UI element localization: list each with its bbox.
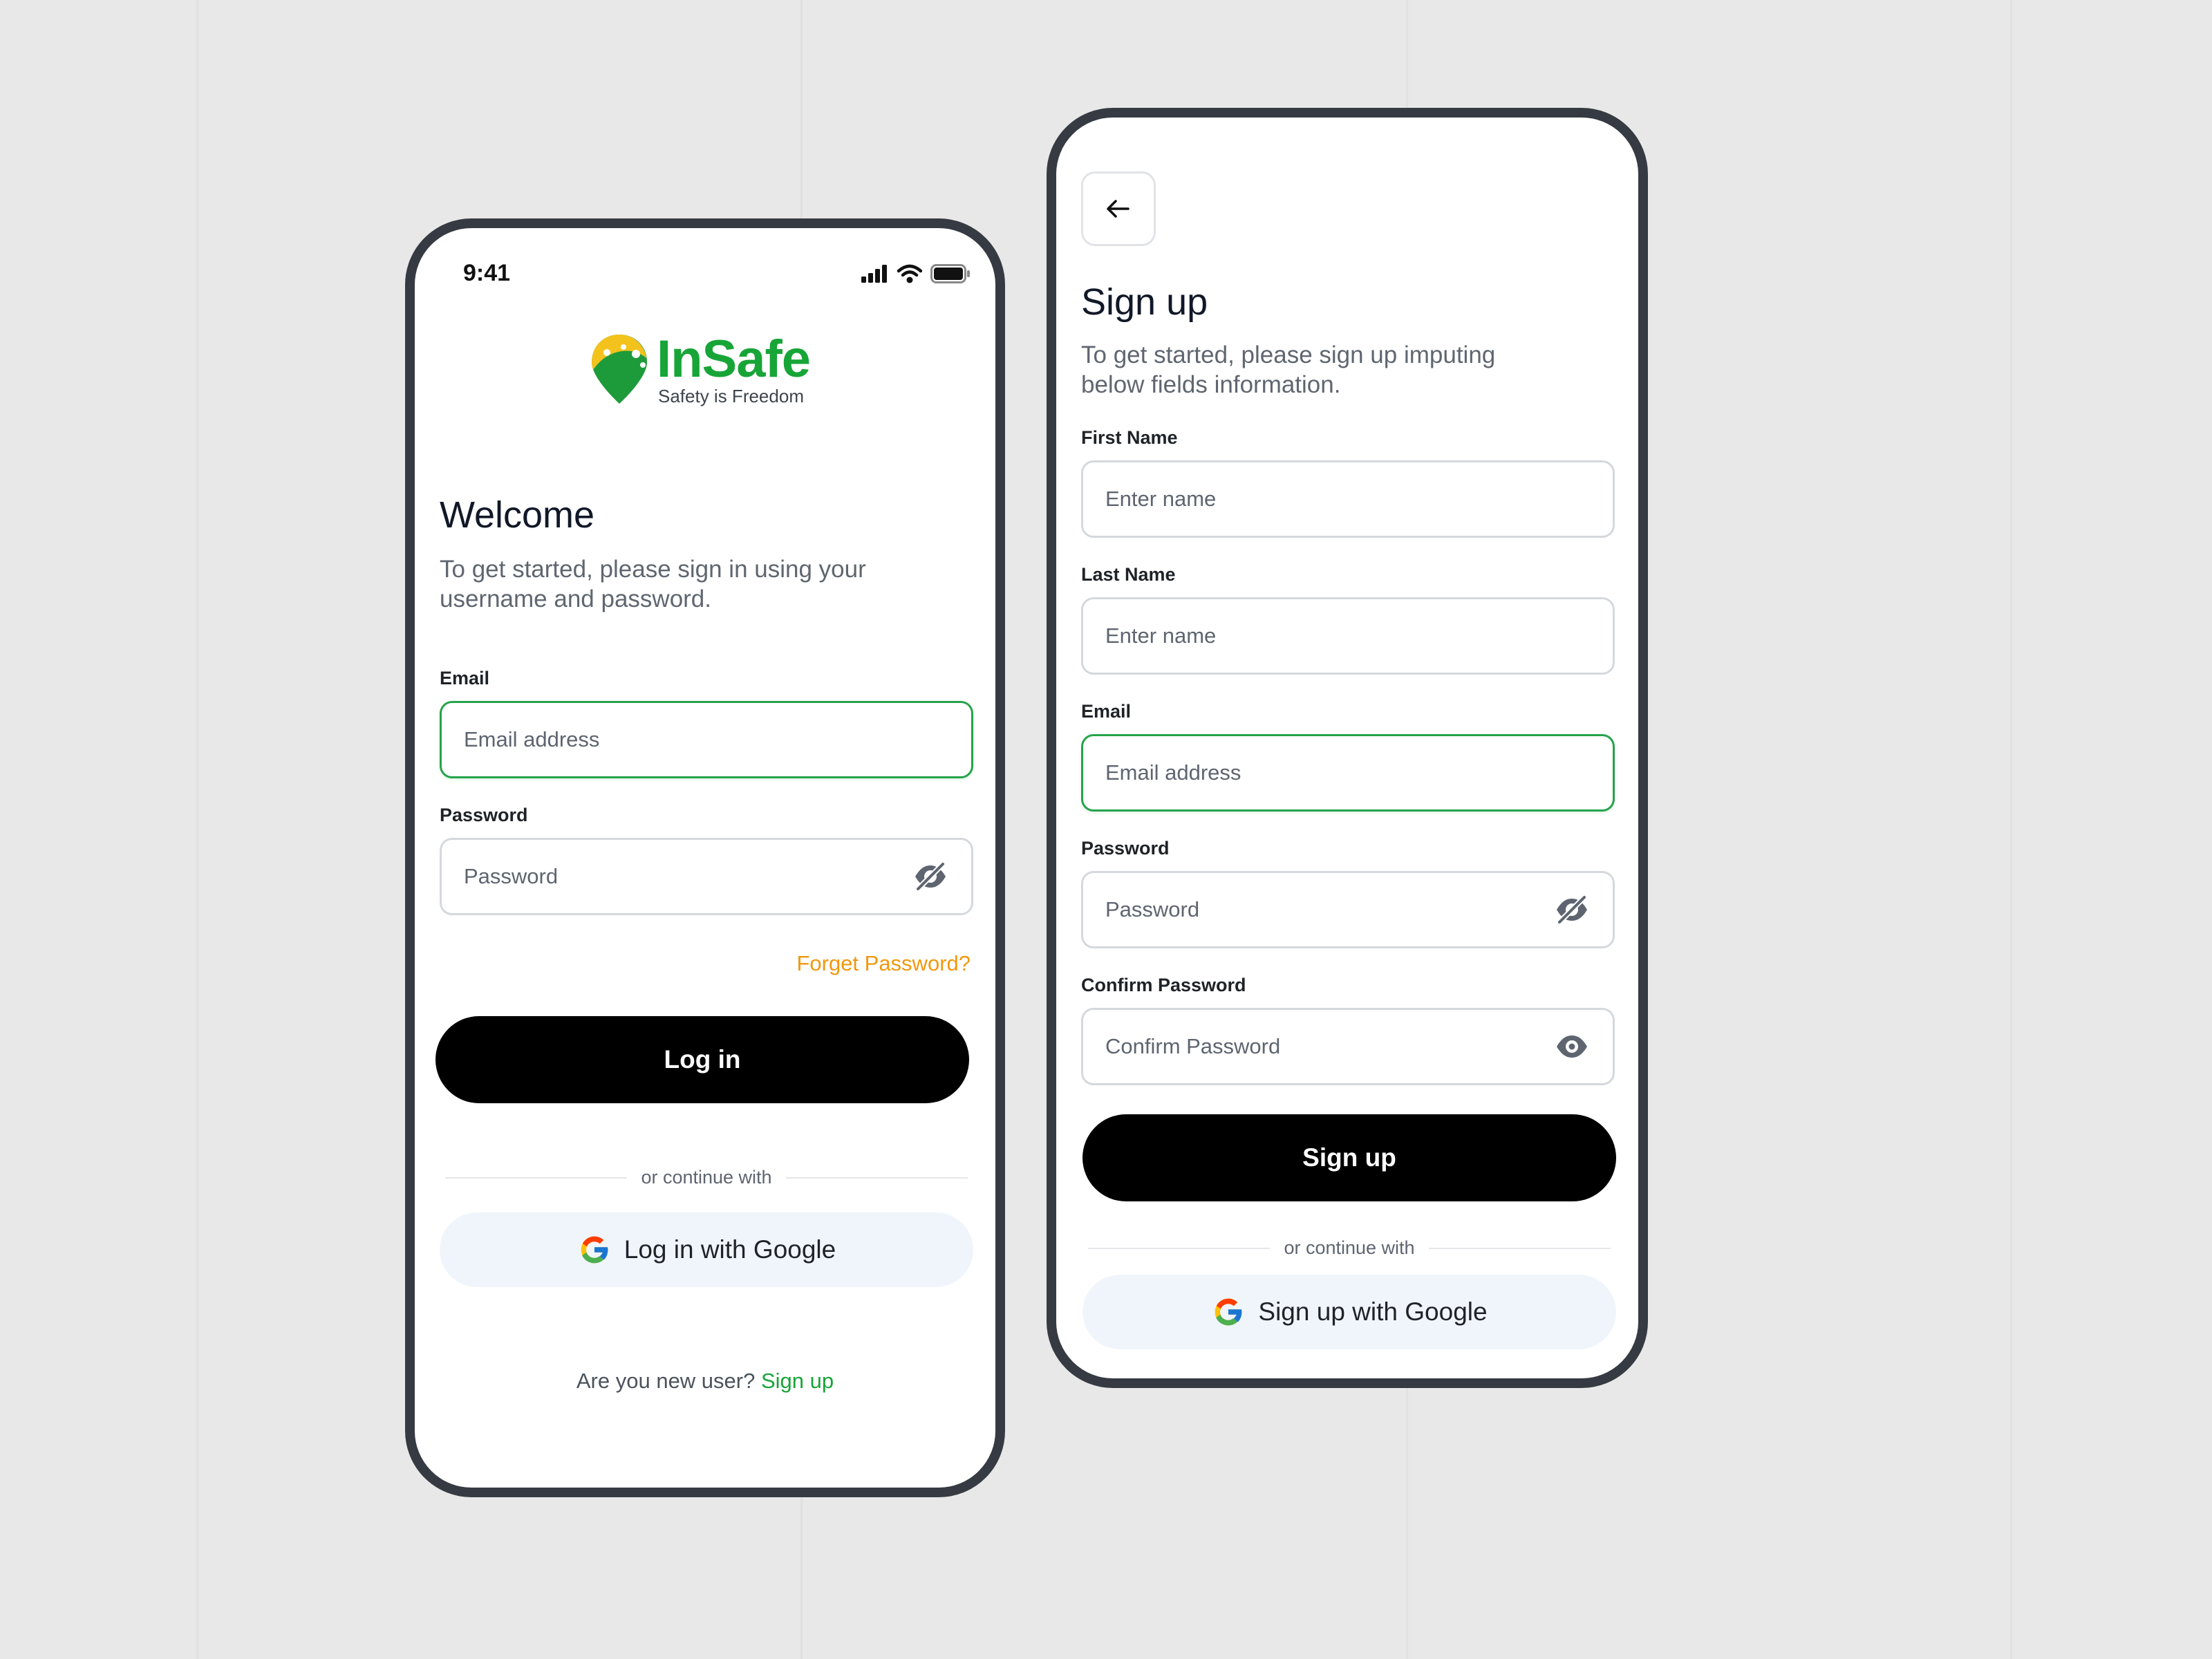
google-signup-button[interactable]: Sign up with Google	[1082, 1275, 1616, 1349]
eye-off-icon[interactable]	[1553, 891, 1591, 928]
brand-name: InSafe	[657, 330, 811, 388]
password-field[interactable]: Password	[440, 838, 973, 915]
signal-bars-icon	[861, 265, 887, 283]
divider-text: or continue with	[1284, 1237, 1415, 1258]
password-label: Password	[440, 805, 528, 825]
confirm-password-label: Confirm Password	[1081, 975, 1246, 995]
forgot-password-link[interactable]: Forget Password?	[796, 951, 971, 976]
page-subtitle-line2: username and password.	[440, 585, 711, 612]
first-name-field[interactable]: Enter name	[1081, 460, 1615, 538]
location-pin-logo-icon	[592, 335, 647, 404]
logo-text: InSafe Safety is Freedom	[657, 330, 811, 406]
email-placeholder: Email address	[1105, 760, 1241, 785]
signup-button[interactable]: Sign up	[1082, 1114, 1616, 1201]
canvas: 9:41 InSafe Safety is Freedom Welcome To…	[0, 0, 2212, 1659]
google-login-button[interactable]: Log in with Google	[440, 1212, 973, 1287]
first-name-label: First Name	[1081, 427, 1178, 448]
arrow-left-icon	[1107, 200, 1130, 218]
login-button[interactable]: Log in	[435, 1016, 969, 1103]
new-user-text: Are you new user?	[576, 1369, 756, 1393]
password-placeholder: Password	[1105, 897, 1200, 921]
page-subtitle-line1: To get started, please sign in using you…	[440, 556, 866, 583]
email-label: Email	[440, 668, 490, 688]
login-screen: 9:41 InSafe Safety is Freedom Welcome To…	[405, 218, 1005, 1497]
new-user-prompt: Are you new user? Sign up	[415, 1369, 995, 1394]
status-time: 9:41	[463, 260, 511, 286]
email-placeholder: Email address	[464, 727, 600, 751]
password-field[interactable]: Password	[1081, 871, 1615, 948]
brand-tagline: Safety is Freedom	[658, 386, 804, 406]
email-field[interactable]: Email address	[1081, 734, 1615, 812]
app-logo: InSafe Safety is Freedom	[588, 330, 811, 406]
background-guide-line	[2010, 0, 2012, 1659]
page-subtitle-line2: below fields information.	[1081, 371, 1341, 398]
or-divider: or continue with	[1088, 1237, 1611, 1259]
page-title: Welcome	[440, 494, 595, 536]
divider-line	[445, 1177, 628, 1179]
signup-link[interactable]: Sign up	[761, 1369, 834, 1393]
signup-screen: Sign up To get started, please sign up i…	[1047, 108, 1648, 1388]
confirm-password-field[interactable]: Confirm Password	[1081, 1008, 1615, 1085]
first-name-placeholder: Enter name	[1105, 487, 1217, 511]
email-field[interactable]: Email address	[440, 701, 973, 778]
page-subtitle-line1: To get started, please sign up imputing	[1081, 341, 1496, 368]
eye-icon[interactable]	[1553, 1028, 1591, 1065]
divider-text: or continue with	[641, 1167, 772, 1188]
page-title: Sign up	[1081, 281, 1208, 323]
battery-icon	[930, 264, 970, 283]
wifi-icon	[897, 264, 922, 283]
or-divider: or continue with	[445, 1167, 968, 1188]
divider-line	[1428, 1247, 1611, 1249]
last-name-field[interactable]: Enter name	[1081, 597, 1615, 675]
google-signup-label: Sign up with Google	[1258, 1297, 1488, 1326]
google-g-icon	[581, 1236, 609, 1264]
email-label: Email	[1081, 701, 1132, 722]
back-button[interactable]	[1081, 171, 1156, 246]
confirm-password-placeholder: Confirm Password	[1105, 1034, 1281, 1058]
password-label: Password	[1081, 838, 1170, 859]
password-placeholder: Password	[464, 864, 559, 888]
background-guide-line	[196, 0, 198, 1659]
divider-line	[1088, 1247, 1271, 1249]
eye-off-icon[interactable]	[912, 858, 949, 895]
google-g-icon	[1215, 1298, 1243, 1326]
status-icons	[861, 264, 971, 283]
last-name-placeholder: Enter name	[1105, 624, 1217, 648]
last-name-label: Last Name	[1081, 564, 1176, 585]
divider-line	[785, 1177, 968, 1179]
google-login-label: Log in with Google	[624, 1235, 836, 1264]
